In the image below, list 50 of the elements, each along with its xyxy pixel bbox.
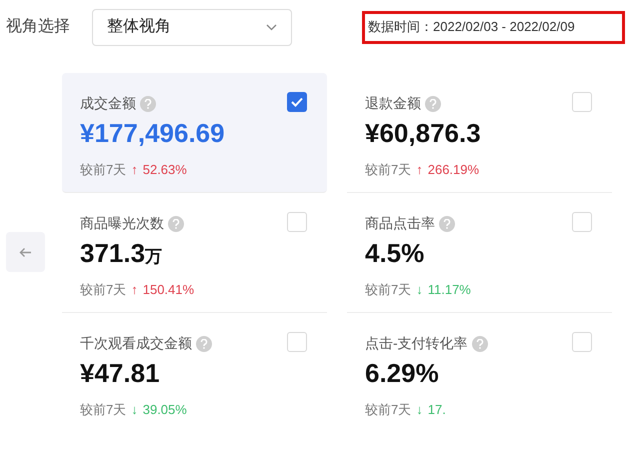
trend-arrow: ↓ xyxy=(131,401,138,419)
help-icon[interactable] xyxy=(439,216,455,232)
change-value: 17. xyxy=(428,401,446,419)
change-value: 11.17% xyxy=(428,281,471,299)
change-value: 266.19% xyxy=(428,161,480,179)
compare-label: 较前7天 xyxy=(365,281,412,299)
change-value: 150.41% xyxy=(142,281,194,299)
help-icon[interactable] xyxy=(196,336,212,352)
chevron-down-icon xyxy=(266,24,277,30)
trend-arrow: ↑ xyxy=(416,161,423,179)
metric-value: ¥177,496.69 xyxy=(80,117,226,150)
compare-label: 较前7天 xyxy=(80,161,126,179)
compare-label: 较前7天 xyxy=(80,281,126,299)
metric-value: 6.29% xyxy=(365,357,440,390)
metric-checkbox[interactable] xyxy=(572,92,592,112)
compare-label: 较前7天 xyxy=(80,401,126,419)
change-value: 52.63% xyxy=(142,161,187,179)
selected-metric-card[interactable]: 成交金额 ¥177,496.69 较前7天 ↑ 52.63% xyxy=(62,73,327,193)
metric-value: ¥47.81 xyxy=(80,357,161,390)
help-icon[interactable] xyxy=(472,336,488,352)
metric-label: 成交金额 xyxy=(80,94,136,113)
trend-arrow: ↑ xyxy=(131,281,138,299)
help-icon[interactable] xyxy=(168,216,184,232)
metric-checkbox[interactable] xyxy=(287,212,307,232)
date-range: 数据时间：2022/02/03 - 2022/02/09 xyxy=(362,10,625,44)
metric-checkbox[interactable] xyxy=(287,332,307,352)
metric-label: 商品曝光次数 xyxy=(80,214,164,233)
metric-label: 退款金额 xyxy=(365,94,421,113)
left-arrow-icon xyxy=(19,246,32,258)
checkmark-icon xyxy=(291,97,303,107)
trend-arrow: ↓ xyxy=(416,401,423,419)
trend-arrow: ↓ xyxy=(416,281,423,299)
back-button[interactable] xyxy=(6,232,45,272)
help-icon[interactable] xyxy=(140,96,156,112)
compare-label: 较前7天 xyxy=(365,161,412,179)
metric-value: ¥60,876.3 xyxy=(365,117,482,150)
compare-label: 较前7天 xyxy=(365,401,412,419)
metric-label: 商品点击率 xyxy=(365,214,435,233)
trend-arrow: ↑ xyxy=(131,161,138,179)
filter-label: 视角选择 xyxy=(6,16,71,37)
help-icon[interactable] xyxy=(425,96,441,112)
metric-checkbox[interactable] xyxy=(287,92,307,112)
metric-checkbox[interactable] xyxy=(572,212,592,232)
metric-label: 千次观看成交金额 xyxy=(80,334,192,353)
metric-checkbox[interactable] xyxy=(572,332,592,352)
metric-value: 4.5% xyxy=(365,237,426,270)
metric-label: 点击-支付转化率 xyxy=(365,334,468,353)
view-select[interactable]: 整体视角 xyxy=(92,8,292,46)
change-value: 39.05% xyxy=(142,401,187,419)
metric-value: 371.3万 xyxy=(80,237,164,270)
